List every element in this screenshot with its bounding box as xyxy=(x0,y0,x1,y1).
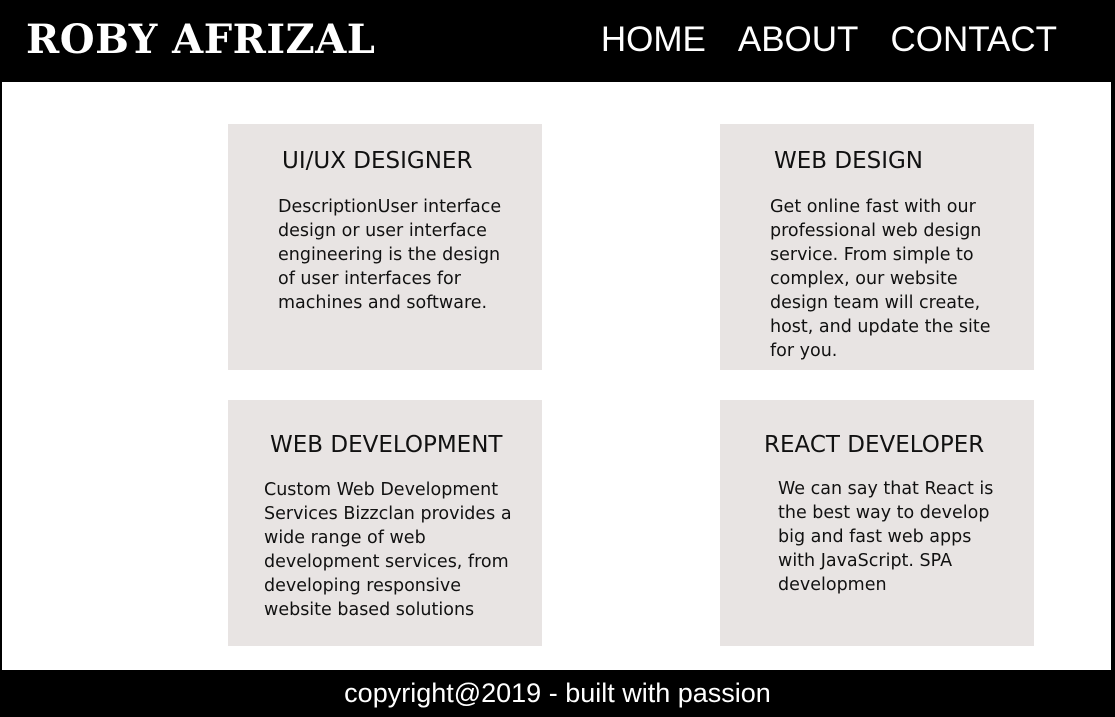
card-title: REACT DEVELOPER xyxy=(764,432,985,458)
footer-copyright: copyright@2019 - built with passion xyxy=(344,678,771,708)
card-description: Get online fast with our professional we… xyxy=(770,197,991,361)
nav-link-home[interactable]: HOME xyxy=(601,18,706,62)
card-title: WEB DESIGN xyxy=(774,148,924,174)
service-card-web-development: WEB DEVELOPMENT Custom Web Development S… xyxy=(228,400,542,646)
nav-link-contact[interactable]: CONTACT xyxy=(890,18,1057,62)
nav-link-about[interactable]: ABOUT xyxy=(738,18,859,62)
card-title: WEB DEVELOPMENT xyxy=(270,432,503,458)
site-header: ROBY AFRIZAL HOME ABOUT CONTACT xyxy=(0,0,1115,82)
services-section: UI/UX DESIGNER DescriptionUser interface… xyxy=(2,82,1111,670)
card-title: UI/UX DESIGNER xyxy=(282,148,473,174)
site-footer: copyright@2019 - built with passion xyxy=(0,670,1115,717)
card-description: Custom Web Development Services Bizzclan… xyxy=(264,480,512,620)
service-card-web-design: WEB DESIGN Get online fast with our prof… xyxy=(720,124,1034,370)
card-description: We can say that React is the best way to… xyxy=(778,479,994,595)
site-brand-logo[interactable]: ROBY AFRIZAL xyxy=(26,14,375,66)
card-description: DescriptionUser interface design or user… xyxy=(278,197,502,313)
service-card-uiux: UI/UX DESIGNER DescriptionUser interface… xyxy=(228,124,542,370)
service-card-react: REACT DEVELOPER We can say that React is… xyxy=(720,400,1034,646)
main-nav: HOME ABOUT CONTACT xyxy=(601,18,1057,62)
